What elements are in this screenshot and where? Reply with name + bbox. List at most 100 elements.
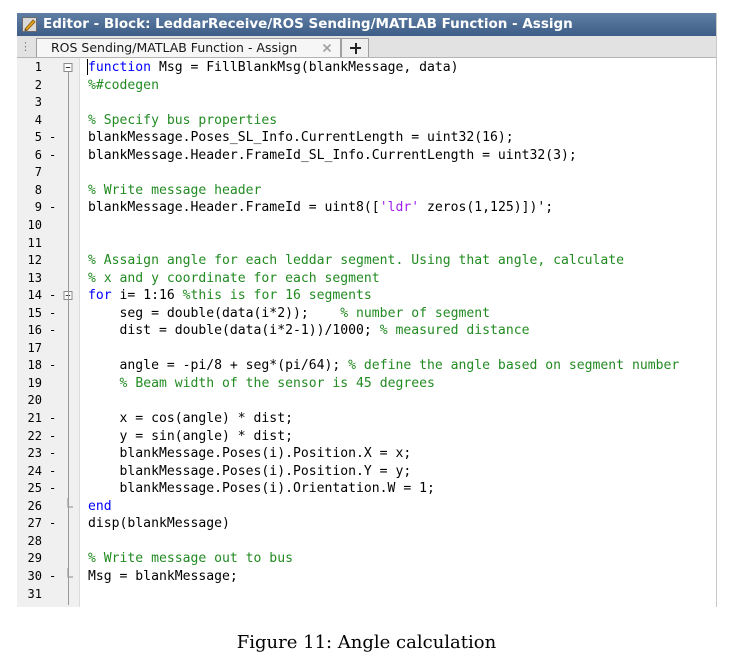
code-token: blankMessage.Poses(i).Position.X = x; (88, 446, 412, 462)
comment-token: % Write message header (88, 182, 262, 198)
breakpoint-marker[interactable]: - (49, 322, 57, 339)
code-line[interactable]: 30- Msg = blankMessage; (17, 567, 716, 585)
comment-token: % Write message out to bus (88, 551, 293, 567)
comment-token: % x and y coordinate for each segment (88, 270, 380, 286)
breakpoint-marker[interactable]: - (49, 568, 57, 585)
breakpoint-marker[interactable]: - (49, 515, 57, 532)
code-line[interactable]: 15- seg = double(data(i*2)); % number of… (17, 305, 716, 322)
line-number: 14 (27, 288, 42, 303)
comment-token: % Specify bus properties (88, 112, 278, 128)
line-number: 7 (34, 165, 42, 180)
code-line[interactable]: 26 end (17, 497, 716, 515)
tab-bar: ⋮ ROS Sending/MATLAB Function - Assign (17, 36, 716, 58)
code-line[interactable]: 23- blankMessage.Poses(i).Position.X = x… (17, 445, 716, 462)
code-text: %#codegen (88, 77, 159, 94)
line-number: 24 (27, 463, 42, 478)
line-number: 19 (27, 375, 42, 390)
line-number: 27 (27, 516, 42, 531)
line-number: 22 (27, 428, 42, 443)
breakpoint-marker[interactable]: - (49, 199, 57, 216)
code-text: % Beam width of the sensor is 45 degrees (88, 375, 435, 392)
breakpoint-marker[interactable]: - (49, 463, 57, 480)
code-line[interactable]: 27- disp(blankMessage) (17, 515, 716, 532)
comment-token: %this is for 16 segments (182, 288, 372, 304)
code-line[interactable]: 12 % Assaign angle for each leddar segmen… (17, 252, 716, 269)
code-text: y = sin(angle) * dist; (88, 428, 293, 445)
code-line[interactable]: 20 (17, 392, 716, 409)
code-token: y = sin(angle) * dist; (88, 428, 293, 444)
code-line[interactable]: 4 % Specify bus properties (17, 112, 716, 129)
code-token: blankMessage.Poses_SL_Info.CurrentLength… (88, 130, 514, 146)
code-token: disp(blankMessage) (88, 516, 230, 532)
tab-grip-icon[interactable]: ⋮ (20, 40, 31, 53)
code-line[interactable]: 18- angle = -pi/8 + seg*(pi/64); % defin… (17, 357, 716, 374)
breakpoint-marker[interactable]: - (49, 445, 57, 462)
code-line[interactable]: 14- for i= 1:16 %this is for 16 segments (17, 287, 716, 304)
code-text: disp(blankMessage) (88, 515, 230, 532)
code-line[interactable]: 24- blankMessage.Poses(i).Position.Y = y… (17, 463, 716, 480)
code-token: blankMessage.Header.FrameId_SL_Info.Curr… (88, 147, 577, 163)
line-number: 15 (27, 305, 42, 320)
string-token: 'ldr' (379, 200, 420, 216)
code-token: Msg = FillBlankMsg(blankMessage, data) (151, 60, 459, 75)
code-line[interactable]: 2 %#codegen (17, 77, 716, 94)
code-line[interactable]: 19 % Beam width of the sensor is 45 degr… (17, 375, 716, 392)
code-text: for i= 1:16 %this is for 16 segments (88, 287, 372, 304)
close-icon[interactable] (321, 42, 333, 54)
code-line[interactable]: 10 (17, 217, 716, 234)
code-text: % Specify bus properties (88, 112, 277, 129)
code-text: blankMessage.Poses(i).Orientation.W = 1; (88, 480, 435, 497)
text-cursor (87, 59, 88, 75)
line-number: 20 (27, 393, 42, 408)
code-token: dist = double(data(i*2-1))/1000; (88, 323, 380, 339)
breakpoint-marker[interactable]: - (49, 305, 57, 322)
code-line[interactable]: 21- x = cos(angle) * dist; (17, 410, 716, 427)
code-text: blankMessage.Poses(i).Position.X = x; (88, 445, 412, 462)
code-line[interactable]: 9- blankMessage.Header.FrameId = uint8(['… (17, 199, 716, 216)
code-line[interactable]: 17 (17, 340, 716, 357)
code-text: blankMessage.Poses_SL_Info.CurrentLength… (88, 129, 514, 146)
line-number: 31 (27, 586, 42, 601)
code-text: function Msg = FillBlankMsg(blankMessage… (88, 59, 459, 76)
code-line[interactable]: 8 % Write message header (17, 182, 716, 199)
line-number: 6 (34, 147, 42, 162)
breakpoint-marker[interactable]: - (49, 410, 57, 427)
line-number: 16 (27, 323, 42, 338)
code-token: x = cos(angle) * dist; (88, 411, 293, 426)
code-line[interactable]: 13 % x and y coordinate for each segment (17, 270, 716, 287)
line-number: 29 (27, 551, 42, 566)
line-number: 8 (34, 182, 42, 197)
code-line[interactable]: 25- blankMessage.Poses(i).Orientation.W … (17, 480, 716, 497)
code-line[interactable]: 6- blankMessage.Header.FrameId_SL_Info.Cu… (17, 147, 716, 164)
breakpoint-marker[interactable]: - (49, 287, 57, 304)
add-tab-button[interactable] (341, 38, 369, 57)
code-text: dist = double(data(i*2-1))/1000; % measu… (88, 322, 530, 339)
line-number: 23 (27, 446, 42, 461)
breakpoint-marker[interactable]: - (49, 129, 57, 146)
line-number: 17 (27, 340, 42, 355)
code-line[interactable]: 28 (17, 533, 716, 550)
code-token: blankMessage.Poses(i).Position.Y = y; (88, 463, 412, 479)
code-line[interactable]: 16- dist = double(data(i*2-1))/1000; % m… (17, 322, 716, 339)
code-text: blankMessage.Header.FrameId = uint8(['ld… (88, 199, 553, 216)
tab-assign[interactable]: ROS Sending/MATLAB Function - Assign (36, 38, 341, 57)
code-line[interactable]: 7 (17, 164, 716, 181)
breakpoint-marker[interactable]: - (49, 480, 57, 497)
code-editor[interactable]: 1 function Msg = FillBlankMsg(blankMessag… (17, 58, 716, 607)
code-line[interactable]: 29 % Write message out to bus (17, 550, 716, 567)
comment-token: %#codegen (88, 77, 159, 93)
code-line[interactable]: 1 function Msg = FillBlankMsg(blankMessag… (17, 59, 716, 76)
line-number: 10 (27, 217, 42, 232)
code-line[interactable]: 31 (17, 586, 716, 603)
code-line[interactable]: 22- y = sin(angle) * dist; (17, 428, 716, 445)
breakpoint-marker[interactable]: - (49, 357, 57, 374)
code-line[interactable]: 5- blankMessage.Poses_SL_Info.CurrentLeng… (17, 129, 716, 146)
breakpoint-marker[interactable]: - (49, 428, 57, 445)
code-line[interactable]: 11 (17, 235, 716, 252)
code-line[interactable]: 3 (17, 94, 716, 111)
code-text: end (88, 498, 112, 515)
code-text: blankMessage.Poses(i).Position.Y = y; (88, 463, 412, 480)
line-number: 28 (27, 533, 42, 548)
title-bar[interactable]: Editor - Block: LeddarReceive/ROS Sendin… (17, 13, 716, 36)
breakpoint-marker[interactable]: - (49, 147, 57, 164)
